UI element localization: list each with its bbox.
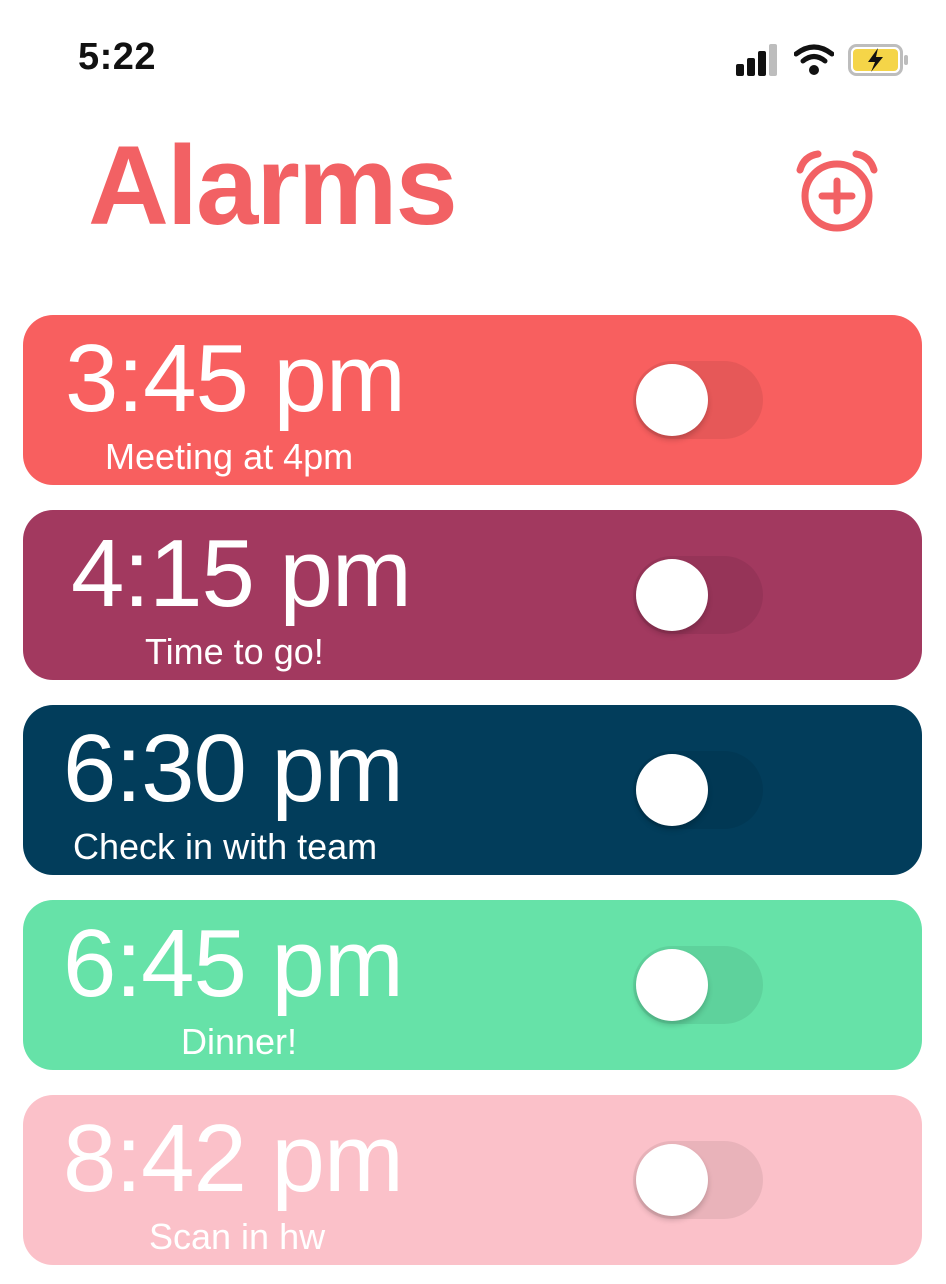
alarm-toggle[interactable] <box>633 946 763 1024</box>
alarm-time: 6:45 pm <box>63 910 404 1017</box>
alarm-time: 3:45 pm <box>65 325 406 432</box>
wifi-icon <box>794 44 834 75</box>
battery-charging-icon <box>848 44 908 76</box>
toggle-knob <box>636 1144 708 1216</box>
toggle-knob <box>636 364 708 436</box>
alarm-toggle[interactable] <box>633 556 763 634</box>
alarm-time: 4:15 pm <box>71 520 412 627</box>
alarm-clock-plus-icon <box>796 150 878 232</box>
alarm-label: Dinner! <box>181 1021 298 1062</box>
alarm-card[interactable]: 8:42 pm Scan in hw <box>23 1095 922 1265</box>
status-bar: 5:22 <box>0 0 946 110</box>
alarm-toggle[interactable] <box>633 361 763 439</box>
alarm-time: 8:42 pm <box>63 1105 404 1212</box>
add-alarm-button[interactable] <box>792 148 882 238</box>
cellular-signal-icon <box>736 44 777 76</box>
alarm-label: Meeting at 4pm <box>105 436 354 477</box>
toggle-knob <box>636 949 708 1021</box>
alarm-label: Check in with team <box>73 826 378 867</box>
alarm-card[interactable]: 4:15 pm Time to go! <box>23 510 922 680</box>
alarm-toggle[interactable] <box>633 1141 763 1219</box>
toggle-knob <box>636 559 708 631</box>
header: Alarms <box>0 110 946 300</box>
alarm-card[interactable]: 6:30 pm Check in with team <box>23 705 922 875</box>
alarm-card[interactable]: 3:45 pm Meeting at 4pm <box>23 315 922 485</box>
page-title: Alarms <box>88 123 458 248</box>
alarm-label: Scan in hw <box>149 1216 326 1257</box>
status-icons <box>736 40 910 80</box>
status-time: 5:22 <box>78 36 157 78</box>
toggle-knob <box>636 754 708 826</box>
alarm-label: Time to go! <box>145 631 324 672</box>
alarm-time: 6:30 pm <box>63 715 404 822</box>
alarm-card[interactable]: 6:45 pm Dinner! <box>23 900 922 1070</box>
alarm-list: 3:45 pm Meeting at 4pm 4:15 pm Time to g… <box>23 315 922 1265</box>
alarm-toggle[interactable] <box>633 751 763 829</box>
